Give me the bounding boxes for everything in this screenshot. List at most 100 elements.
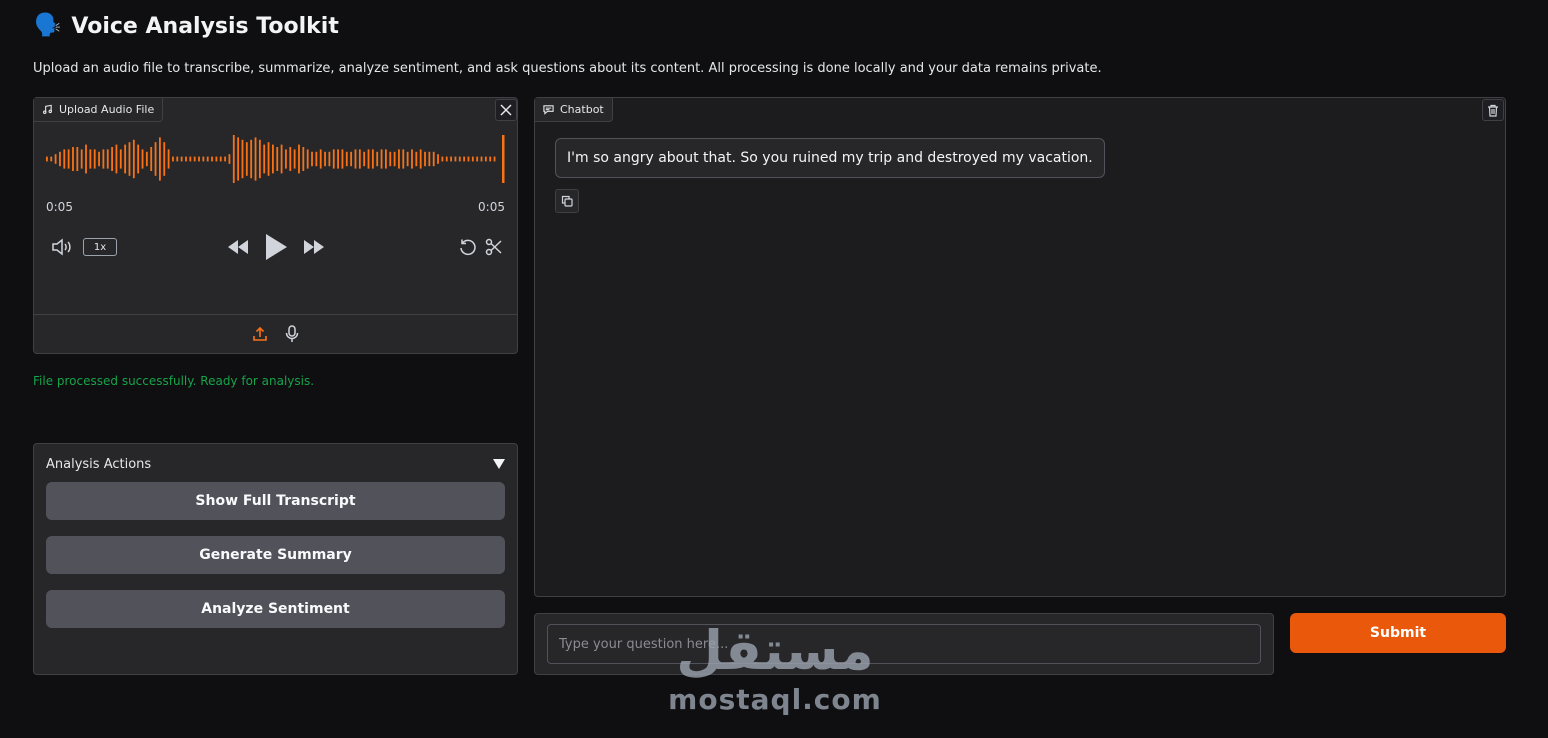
collapse-triangle-icon[interactable] xyxy=(493,459,505,469)
waveform-bar xyxy=(215,156,218,162)
submit-button[interactable]: Submit xyxy=(1290,613,1506,653)
waveform-bar xyxy=(463,156,466,162)
waveform-bar xyxy=(267,142,270,176)
play-icon xyxy=(266,234,287,260)
waveform-bar xyxy=(311,151,313,167)
waveform-bar xyxy=(232,135,235,183)
waveform-bar xyxy=(393,151,396,167)
waveform-bar xyxy=(102,149,105,169)
copy-icon xyxy=(561,195,573,207)
waveform-bar xyxy=(454,156,457,162)
microphone-source-button[interactable] xyxy=(282,324,302,344)
chatbot-panel: Chatbot I'm so angry about that. So you … xyxy=(534,97,1506,597)
app-header: 🗣️ Voice Analysis Toolkit xyxy=(34,10,339,42)
rewind-icon xyxy=(228,240,248,254)
waveform-bar xyxy=(137,144,140,174)
waveform-bar xyxy=(67,149,70,169)
waveform-bar xyxy=(224,156,226,162)
waveform-bar xyxy=(250,139,253,179)
waveform-bar xyxy=(198,156,200,162)
waveform-bar xyxy=(276,147,279,171)
play-button[interactable] xyxy=(263,232,289,262)
fast-forward-button[interactable] xyxy=(302,236,326,258)
audio-label-tab: Upload Audio File xyxy=(34,98,164,122)
audio-upload-panel[interactable]: Upload Audio File 0:05 0:05 1x xyxy=(33,97,518,354)
trash-icon xyxy=(1488,104,1498,117)
waveform-bar xyxy=(280,144,283,174)
close-icon xyxy=(500,104,512,116)
waveform-bar xyxy=(345,151,348,167)
copy-message-button[interactable] xyxy=(555,189,579,213)
waveform-bar xyxy=(180,156,183,162)
playhead[interactable] xyxy=(502,135,505,183)
waveform-bar xyxy=(93,149,96,169)
waveform-bar xyxy=(154,142,157,176)
waveform-bar xyxy=(493,156,496,162)
waveform-bar xyxy=(202,156,205,162)
waveform-bar xyxy=(111,147,113,171)
trim-button[interactable] xyxy=(483,236,505,258)
waveform-bar xyxy=(54,154,57,164)
speaking-head-icon: 🗣️ xyxy=(34,13,62,38)
waveform-bar xyxy=(46,156,48,162)
waveform-bar xyxy=(415,151,418,167)
waveform-bar xyxy=(285,149,287,169)
question-input[interactable] xyxy=(547,624,1261,664)
waveform-bar xyxy=(302,147,305,171)
waveform-bar xyxy=(402,149,405,169)
playback-speed-button[interactable]: 1x xyxy=(83,238,117,256)
chat-message: I'm so angry about that. So you ruined m… xyxy=(555,138,1105,178)
question-panel xyxy=(534,613,1274,675)
waveform-bar xyxy=(254,137,257,181)
waveform-bar xyxy=(354,149,357,169)
waveform-bar xyxy=(206,156,209,162)
waveform-bar xyxy=(50,156,53,162)
accordion-title: Analysis Actions xyxy=(46,456,152,472)
reset-button[interactable] xyxy=(457,236,479,258)
scissors-icon xyxy=(485,238,502,256)
clear-audio-button[interactable] xyxy=(495,99,517,121)
waveform-bar xyxy=(489,156,492,162)
waveform-bar xyxy=(441,156,444,162)
waveform-bar xyxy=(367,149,370,169)
waveform-bar xyxy=(89,149,92,169)
waveform-bar xyxy=(63,149,66,169)
rewind-button[interactable] xyxy=(226,236,250,258)
waveform-bar xyxy=(289,147,292,171)
page-title: Voice Analysis Toolkit xyxy=(71,13,339,39)
generate-summary-button[interactable]: Generate Summary xyxy=(46,536,505,574)
waveform-bar xyxy=(398,149,400,169)
accordion-header[interactable]: Analysis Actions xyxy=(46,456,505,472)
upload-source-button[interactable] xyxy=(250,324,270,344)
waveform-bar xyxy=(471,156,474,162)
chatbot-label: Chatbot xyxy=(560,103,604,116)
chatbot-label-tab: Chatbot xyxy=(535,98,613,122)
waveform-bar xyxy=(219,156,222,162)
waveform-bar xyxy=(119,149,122,169)
analyze-sentiment-button[interactable]: Analyze Sentiment xyxy=(46,590,505,628)
waveform-bar xyxy=(389,151,392,167)
show-transcript-button[interactable]: Show Full Transcript xyxy=(46,482,505,520)
waveform-bar xyxy=(167,149,170,169)
waveform-bar xyxy=(141,149,144,169)
analysis-actions-panel: Analysis Actions Show Full Transcript Ge… xyxy=(33,443,518,675)
waveform-bar xyxy=(59,151,61,167)
waveform-bar xyxy=(480,156,483,162)
waveform-bar xyxy=(211,156,213,162)
waveform-bar xyxy=(419,149,422,169)
waveform-bar xyxy=(450,156,452,162)
waveform-bar xyxy=(193,156,196,162)
volume-button[interactable] xyxy=(50,236,74,258)
waveform-bar xyxy=(445,156,448,162)
waveform-bar xyxy=(358,149,361,169)
waveform-bar xyxy=(341,149,344,169)
waveform-bar xyxy=(458,156,461,162)
waveform-bar xyxy=(172,156,174,162)
waveform-bar xyxy=(332,149,335,169)
waveform-bar xyxy=(145,151,148,167)
waveform-bar xyxy=(258,139,261,179)
clear-chat-button[interactable] xyxy=(1482,99,1504,121)
waveform-bar xyxy=(228,154,231,164)
audio-waveform[interactable] xyxy=(46,134,508,184)
waveform-bar xyxy=(380,149,383,169)
